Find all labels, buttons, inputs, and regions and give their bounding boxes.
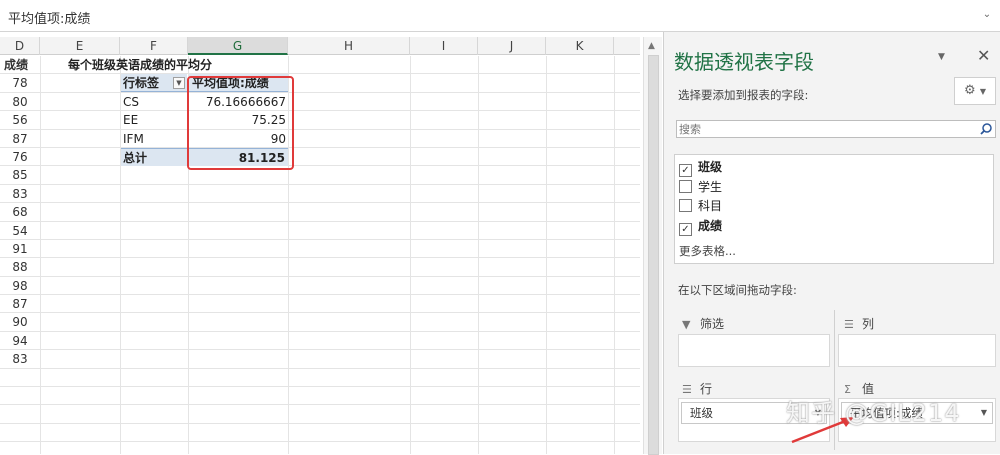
columns-icon: ☰ [844,318,854,331]
column-header-j[interactable]: J [478,37,546,55]
d-value-cell[interactable]: 76 [0,148,40,166]
filter-area-box[interactable] [678,334,830,367]
checkbox-checked-icon[interactable]: ✓ [679,164,692,177]
table-row: 76 总计 81.125 [0,147,640,167]
table-row: 83 [0,185,640,204]
pivot-fields-pane: 数据透视表字段 ▼ ✕ 选择要添加到报表的字段: ⚙ ▼ ✓班级 学生 科目 ✓… [663,32,1000,454]
table-row: 56 EE 75.25 [0,111,640,130]
formula-bar[interactable]: 平均值项:成绩 ⌄ [0,0,1000,32]
pivot-row-label[interactable]: CS [123,93,139,111]
field-item-score[interactable]: ✓ 成绩 [679,218,722,236]
gear-icon[interactable]: ⚙ ▼ [954,77,996,105]
column-header-g[interactable]: G [188,37,288,55]
rows-area-title: ☰ 行 [682,382,713,396]
table-row [0,424,640,443]
table-row: 88 [0,258,640,277]
columns-area-box[interactable] [838,334,996,367]
field-list: ✓ 班级 学生 科目 ✓ 成绩 更多表格... [674,154,994,264]
filter-area-title: ▼ 筛选 [682,317,725,331]
pane-subtitle: 选择要添加到报表的字段: [678,88,809,102]
pivot-total-label[interactable]: 总计 [121,147,187,166]
formula-text[interactable]: 平均值项:成绩 [8,8,90,27]
table-row: 87 [0,295,640,314]
watermark: 知乎 @GIL214 [786,399,961,427]
table-row: 94 [0,332,640,351]
d-value-cell[interactable]: 88 [0,258,40,276]
grid-rows: 成绩 每个班级英语成绩的平均分 78 行标签 ▼ 平均值项:成绩 80 CS 7… [0,56,640,454]
column-header-i[interactable]: I [410,37,478,55]
field-item-subject[interactable]: 科目 [679,198,722,214]
table-row [0,405,640,424]
d-value-cell[interactable]: 68 [0,203,40,221]
d-value-cell[interactable]: 54 [0,222,40,240]
d-value-cell[interactable]: 83 [0,185,40,203]
chevron-down-icon[interactable]: ▼ [981,403,987,423]
d-value-cell[interactable]: 90 [0,313,40,331]
table-row: 54 [0,222,640,240]
d-value-cell[interactable]: 87 [0,295,40,313]
vertical-scrollbar[interactable]: ▲ [643,37,662,455]
filter-dropdown-icon[interactable]: ▼ [173,77,185,90]
d-value-cell[interactable]: 83 [0,350,40,368]
table-row [0,387,640,406]
d-value-cell[interactable]: 85 [0,166,40,184]
table-row: 87 IFM 90 [0,130,640,148]
table-row: 98 [0,277,640,296]
close-icon[interactable]: ✕ [977,46,990,65]
field-item-class[interactable]: ✓ 班级 [679,159,722,177]
table-row: 85 [0,166,640,185]
scrollbar-thumb[interactable] [648,55,659,455]
field-item-student[interactable]: 学生 [679,179,722,195]
checkbox-icon[interactable] [679,199,692,212]
column-header-k[interactable]: K [546,37,614,55]
highlight-annotation-box [187,76,294,170]
table-row: 68 [0,203,640,222]
column-header-bar: D E F G H I J K [0,37,640,55]
checkbox-icon[interactable] [679,180,692,193]
column-header-f[interactable]: F [120,37,188,55]
table-row: 成绩 每个班级英语成绩的平均分 [0,56,640,75]
d-value-cell[interactable]: 56 [0,111,40,129]
scroll-up-icon[interactable]: ▲ [648,41,655,51]
table-row [0,442,640,454]
checkbox-checked-icon[interactable]: ✓ [679,223,692,236]
column-header-e[interactable]: E [40,37,120,55]
columns-area-title: ☰ 列 [844,317,875,331]
drag-areas-label: 在以下区域间拖动字段: [678,283,797,297]
d-value-cell[interactable]: 91 [0,240,40,258]
d-value-cell[interactable]: 98 [0,277,40,295]
d-value-cell[interactable]: 78 [0,74,40,92]
column-header-d[interactable]: D [0,37,40,55]
search-input[interactable] [679,122,969,136]
pivot-row-label[interactable]: IFM [123,130,144,148]
column-header-h[interactable]: H [288,37,410,55]
table-row: 91 [0,240,640,259]
pivot-title[interactable]: 每个班级英语成绩的平均分 [68,56,212,74]
d-value-cell[interactable]: 87 [0,130,40,148]
d-value-cell[interactable]: 94 [0,332,40,350]
chevron-down-icon[interactable]: ▼ [938,52,945,62]
spreadsheet-grid[interactable]: D E F G H I J K 成绩 每个班级英语成绩的平均分 78 行标签 ▼… [0,37,640,454]
column-d-header-cell[interactable]: 成绩 [4,56,44,74]
pane-title: 数据透视表字段 [674,50,814,74]
table-row: 80 CS 76.16666667 [0,93,640,112]
chevron-down-icon[interactable]: ⌄ [980,8,994,22]
search-icon[interactable] [979,122,993,136]
table-row: 78 行标签 ▼ 平均值项:成绩 [0,74,640,93]
field-search[interactable] [676,120,996,138]
pivot-row-label[interactable]: EE [123,111,138,129]
table-row [0,369,640,388]
table-row: 90 [0,313,640,332]
table-row: 83 [0,350,640,369]
rows-icon: ☰ [682,383,692,396]
d-value-cell[interactable]: 80 [0,93,40,111]
more-tables-link[interactable]: 更多表格... [679,243,736,259]
filter-icon: ▼ [682,318,691,331]
